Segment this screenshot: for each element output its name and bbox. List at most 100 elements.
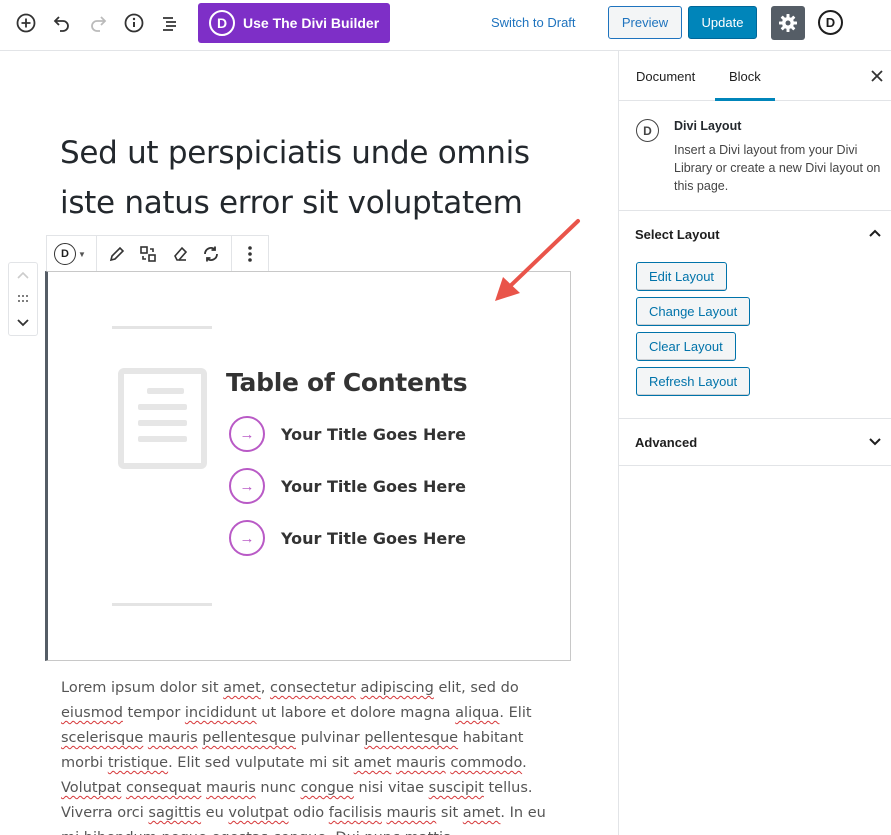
misspelled-word: sagittis [148,805,202,821]
switch-to-draft-link[interactable]: Switch to Draft [491,15,576,30]
advanced-title[interactable]: Advanced [635,435,697,450]
misspelled-word: scelerisque [61,730,144,746]
divi-settings-icon[interactable]: D [818,10,843,35]
misspelled-word: mauris [395,755,446,771]
redo-button[interactable] [81,8,115,38]
misspelled-word: mauris [147,730,198,746]
refresh-layout-button[interactable]: Refresh Layout [636,367,751,396]
divi-layout-icon: D [636,119,659,142]
misspelled-word: consectetur [269,680,356,696]
tab-document[interactable]: Document [636,51,695,101]
divi-logo-icon: D [209,10,235,36]
paragraph-text: sit [436,805,463,821]
divi-builder-label: Use The Divi Builder [243,15,380,31]
change-layout-icon[interactable] [139,245,157,263]
toc-title: Table of Contents [226,368,468,397]
settings-button[interactable] [771,6,805,40]
clear-layout-button[interactable]: Clear Layout [636,332,736,361]
select-layout-title[interactable]: Select Layout [635,227,720,242]
undo-button[interactable] [45,8,79,38]
misspelled-word: egestas [212,830,269,835]
divider-top [112,326,212,329]
paragraph-text: . Elit [499,705,532,721]
annotation-arrow-icon [495,219,580,301]
misspelled-word: congue [273,830,326,835]
chevron-down-icon[interactable] [868,437,882,447]
misspelled-word: bibendum [84,830,157,835]
misspelled-word: amet [223,680,261,696]
toc-item[interactable]: → Your Title Goes Here [229,416,466,452]
tab-block[interactable]: Block [715,51,775,101]
arrow-right-icon: → [229,468,265,504]
toc-item-label: Your Title Goes Here [281,424,466,444]
paragraph-text: nisi vitae [353,780,429,796]
layout-actions [97,236,233,272]
paragraph-text: ut labore et dolore magna [256,705,456,721]
paragraph-text: nunc [255,780,301,796]
update-button[interactable]: Update [688,6,757,39]
sidebar-tabs: Document Block [619,51,891,101]
refresh-layout-icon[interactable] [202,245,220,263]
misspelled-word: volutpat [228,805,289,821]
arrow-right-icon: → [229,416,265,452]
caret-down-icon: ▼ [78,249,86,259]
edit-layout-pencil-icon[interactable] [108,245,126,263]
drag-handle-icon[interactable] [16,294,30,304]
misspelled-word: amet [462,805,501,821]
block-toolbar: D ▼ [46,235,269,272]
misspelled-word: pellentesque [364,730,459,746]
document-icon [118,368,207,469]
toc-item-label: Your Title Goes Here [281,476,466,496]
paragraph-text: Lorem ipsum dolor sit [61,680,224,696]
close-icon[interactable] [870,69,884,83]
move-up-icon[interactable] [16,270,30,280]
list-view-icon [163,17,176,31]
preview-button[interactable]: Preview [608,6,682,39]
paragraph-text: . Dui nunc mattis [326,830,450,835]
misspelled-word: suscipit [428,780,484,796]
misspelled-word: congue [300,780,354,796]
divi-layout-block[interactable]: Table of Contents → Your Title Goes Here… [45,271,571,661]
change-layout-button[interactable]: Change Layout [636,297,751,326]
select-layout-panel: Select Layout Edit Layout Change Layout … [619,211,891,419]
divi-block-icon: D [54,243,76,265]
toc-item[interactable]: → Your Title Goes Here [229,520,466,556]
divider-bottom [112,603,212,606]
misspelled-word: amet [353,755,392,771]
block-mover [8,262,38,336]
misspelled-word: facilisis [328,805,382,821]
misspelled-word: consequat [125,780,202,796]
editor-top-toolbar: D Use The Divi Builder Switch to Draft P… [0,0,891,51]
clear-layout-eraser-icon[interactable] [171,245,189,263]
paragraph-text: , [260,680,270,696]
misspelled-word: commodo [450,755,523,771]
misspelled-word: mauris [386,805,437,821]
paragraph-text: pulvinar [296,730,365,746]
edit-layout-button[interactable]: Edit Layout [636,262,728,291]
block-switcher[interactable]: D ▼ [47,236,97,272]
misspelled-word: pellentesque [202,730,297,746]
misspelled-word: aliqua [455,705,500,721]
add-block-button[interactable] [9,8,43,38]
misspelled-word: neque [161,830,206,835]
advanced-panel[interactable]: Advanced [619,419,891,466]
block-card: D Divi Layout Insert a Divi layout from … [619,101,891,211]
paragraph-block[interactable]: Lorem ipsum dolor sit amet, consectetur … [61,676,561,835]
post-title[interactable]: Sed ut perspiciatis unde omnis iste natu… [60,128,580,228]
toc-item[interactable]: → Your Title Goes Here [229,468,466,504]
settings-sidebar: Document Block D Divi Layout Insert a Di… [618,51,891,835]
arrow-right-icon: → [229,520,265,556]
undo-icon [53,16,69,32]
chevron-up-icon[interactable] [868,228,882,238]
block-navigation-button[interactable] [153,8,187,38]
redo-icon [91,16,107,32]
paragraph-text: odio [288,805,329,821]
paragraph-text: . Elit sed vulputate mi sit [168,755,354,771]
info-icon [124,13,144,33]
gear-icon [779,14,797,32]
plus-circle-icon [16,13,36,33]
move-down-icon[interactable] [16,318,30,328]
more-options-button[interactable] [232,236,268,272]
content-info-button[interactable] [117,8,151,38]
use-divi-builder-button[interactable]: D Use The Divi Builder [198,3,390,43]
